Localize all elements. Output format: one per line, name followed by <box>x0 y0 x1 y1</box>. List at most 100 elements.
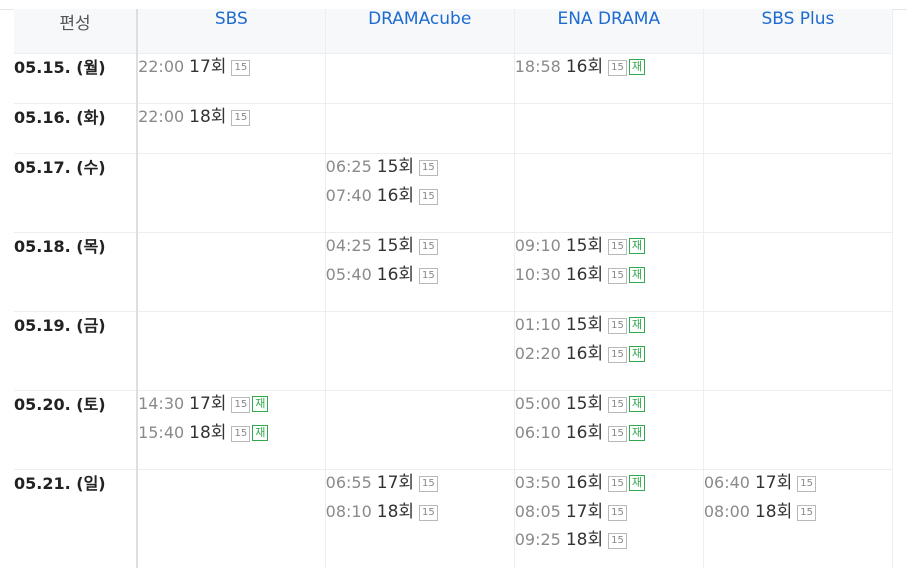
rerun-badge: 재 <box>628 396 645 412</box>
date-cell: 05.16. (화) <box>14 103 139 154</box>
schedule-row: 05.20. (토) 14:30 17회 15 재 15:40 18회 15 재 05:00 15회… <box>14 390 894 470</box>
airing-time: 10:30 <box>514 264 561 284</box>
age-rating-badge: 15 <box>608 60 627 76</box>
age-rating-badge: 15 <box>608 239 627 255</box>
airing-entry[interactable]: 05:00 15회 15 재 <box>515 391 703 420</box>
episode-number: 17회 <box>754 473 793 493</box>
airing-time: 05:40 <box>325 264 372 284</box>
episode-number: 17회 <box>376 473 415 493</box>
rerun-badge: 재 <box>252 424 269 441</box>
age-rating-badge: 15 <box>797 504 816 521</box>
airing-entry[interactable]: 06:10 16회 15 재 <box>515 420 703 449</box>
episode-number: 18회 <box>189 107 227 127</box>
airing-time: 08:10 <box>325 501 372 521</box>
schedule-cell-sbs: 22:00 17회 15 <box>137 53 326 104</box>
schedule-cell-dramacube: 04:25 15회 15 05:40 16회 15 <box>325 232 515 312</box>
age-rating-badge: 15 <box>231 110 251 126</box>
airing-time: 03:50 <box>514 473 561 492</box>
channel-header-dramacube[interactable]: DRAMAcube <box>325 9 515 54</box>
airing-time: 09:10 <box>514 236 561 255</box>
rerun-badge: 재 <box>628 424 645 441</box>
date-cell: 05.20. (토) <box>14 390 139 470</box>
schedule-cell-sbs-plus <box>703 103 894 154</box>
rerun-badge: 재 <box>628 266 645 283</box>
airing-entry[interactable]: 08:10 18회 15 <box>326 499 514 528</box>
channel-header-ena-drama[interactable]: ENA DRAMA <box>514 9 704 54</box>
channel-header-sbs-plus[interactable]: SBS Plus <box>703 9 894 54</box>
schedule-cell-sbs <box>137 232 326 312</box>
schedule-row: 05.15. (월) 22:00 17회 15 18:58 16회 15 재 <box>14 53 894 104</box>
age-rating-badge: 15 <box>419 188 438 205</box>
episode-number: 18회 <box>189 422 227 443</box>
age-rating-badge: 15 <box>797 476 816 492</box>
schedule-row: 05.18. (목) 04:25 15회 15 05:40 16회 15 09:10 15회 15… <box>14 232 894 312</box>
airing-entry[interactable]: 14:30 17회 15 재 <box>138 391 325 420</box>
age-rating-badge: 15 <box>231 60 251 76</box>
age-rating-badge: 15 <box>608 504 627 521</box>
age-rating-badge: 15 <box>419 160 438 176</box>
airing-time: 06:10 <box>514 422 561 442</box>
schedule-row: 05.17. (수) 06:25 15회 15 07:40 16회 15 <box>14 153 894 233</box>
airing-time: 22:00 <box>138 57 185 76</box>
airing-time: 09:25 <box>514 530 561 549</box>
episode-number: 16회 <box>565 264 604 285</box>
airing-entry[interactable]: 03:50 16회 15 재 <box>515 470 703 499</box>
schedule-cell-dramacube <box>325 53 515 104</box>
airing-entry[interactable]: 07:40 16회 15 <box>326 183 514 212</box>
age-rating-badge: 15 <box>231 397 251 413</box>
airing-time: 01:10 <box>514 315 561 334</box>
airing-entry[interactable]: 09:25 18회 15 <box>515 527 703 556</box>
airing-entry[interactable]: 22:00 17회 15 <box>138 54 325 83</box>
airing-entry[interactable]: 08:00 18회 15 <box>704 499 892 528</box>
date-column-header: 편성 <box>14 9 139 54</box>
episode-number: 18회 <box>754 501 793 522</box>
schedule-cell-dramacube <box>325 311 515 391</box>
airing-time: 06:55 <box>325 473 372 492</box>
date-cell: 05.15. (월) <box>14 53 139 104</box>
episode-number: 17회 <box>189 394 227 414</box>
airing-entry[interactable]: 15:40 18회 15 재 <box>138 420 325 449</box>
date-cell: 05.18. (목) <box>14 232 139 312</box>
airing-entry[interactable]: 05:40 16회 15 <box>326 262 514 291</box>
schedule-cell-ena-drama <box>514 103 704 154</box>
airing-time: 05:00 <box>514 394 561 413</box>
age-rating-badge: 15 <box>419 267 438 284</box>
episode-number: 17회 <box>189 57 227 77</box>
airing-time: 04:25 <box>325 236 372 255</box>
airing-time: 06:40 <box>703 473 750 492</box>
rerun-badge: 재 <box>628 475 645 491</box>
schedule-cell-sbs-plus <box>703 153 894 233</box>
schedule-cell-sbs-plus: 06:40 17회 15 08:00 18회 15 <box>703 469 894 568</box>
rerun-badge: 재 <box>628 238 645 254</box>
rerun-badge: 재 <box>252 396 269 412</box>
airing-entry[interactable]: 09:10 15회 15 재 <box>515 233 703 262</box>
episode-number: 16회 <box>376 264 415 285</box>
episode-number: 16회 <box>565 473 604 493</box>
schedule-cell-sbs: 22:00 18회 15 <box>137 103 326 154</box>
schedule-cell-sbs: 14:30 17회 15 재 15:40 18회 15 재 <box>137 390 326 470</box>
airing-entry[interactable]: 06:55 17회 15 <box>326 470 514 499</box>
rerun-badge: 재 <box>628 345 645 362</box>
channel-header-sbs[interactable]: SBS <box>137 9 326 54</box>
airing-entry[interactable]: 06:25 15회 15 <box>326 154 514 183</box>
schedule-cell-sbs-plus <box>703 232 894 312</box>
date-cell: 05.21. (일) <box>14 469 139 568</box>
schedule-cell-sbs <box>137 153 326 233</box>
airing-entry[interactable]: 10:30 16회 15 재 <box>515 262 703 291</box>
age-rating-badge: 15 <box>608 318 627 334</box>
schedule-cell-sbs <box>137 469 326 568</box>
airing-entry[interactable]: 04:25 15회 15 <box>326 233 514 262</box>
schedule-cell-ena-drama: 09:10 15회 15 재 10:30 16회 15 재 <box>514 232 704 312</box>
airing-entry[interactable]: 02:20 16회 15 재 <box>515 341 703 370</box>
schedule-cell-dramacube: 06:25 15회 15 07:40 16회 15 <box>325 153 515 233</box>
date-cell: 05.17. (수) <box>14 153 139 233</box>
schedule-cell-ena-drama: 18:58 16회 15 재 <box>514 53 704 104</box>
airing-time: 14:30 <box>138 394 185 413</box>
airing-entry[interactable]: 22:00 18회 15 <box>138 104 325 133</box>
airing-entry[interactable]: 08:05 17회 15 <box>515 499 703 528</box>
airing-entry[interactable]: 06:40 17회 15 <box>704 470 892 499</box>
airing-entry[interactable]: 01:10 15회 15 재 <box>515 312 703 341</box>
age-rating-badge: 15 <box>608 267 627 284</box>
schedule-row: 05.21. (일) 06:55 17회 15 08:10 18회 15 03:50 16회 15… <box>14 469 894 568</box>
airing-entry[interactable]: 18:58 16회 15 재 <box>515 54 703 83</box>
